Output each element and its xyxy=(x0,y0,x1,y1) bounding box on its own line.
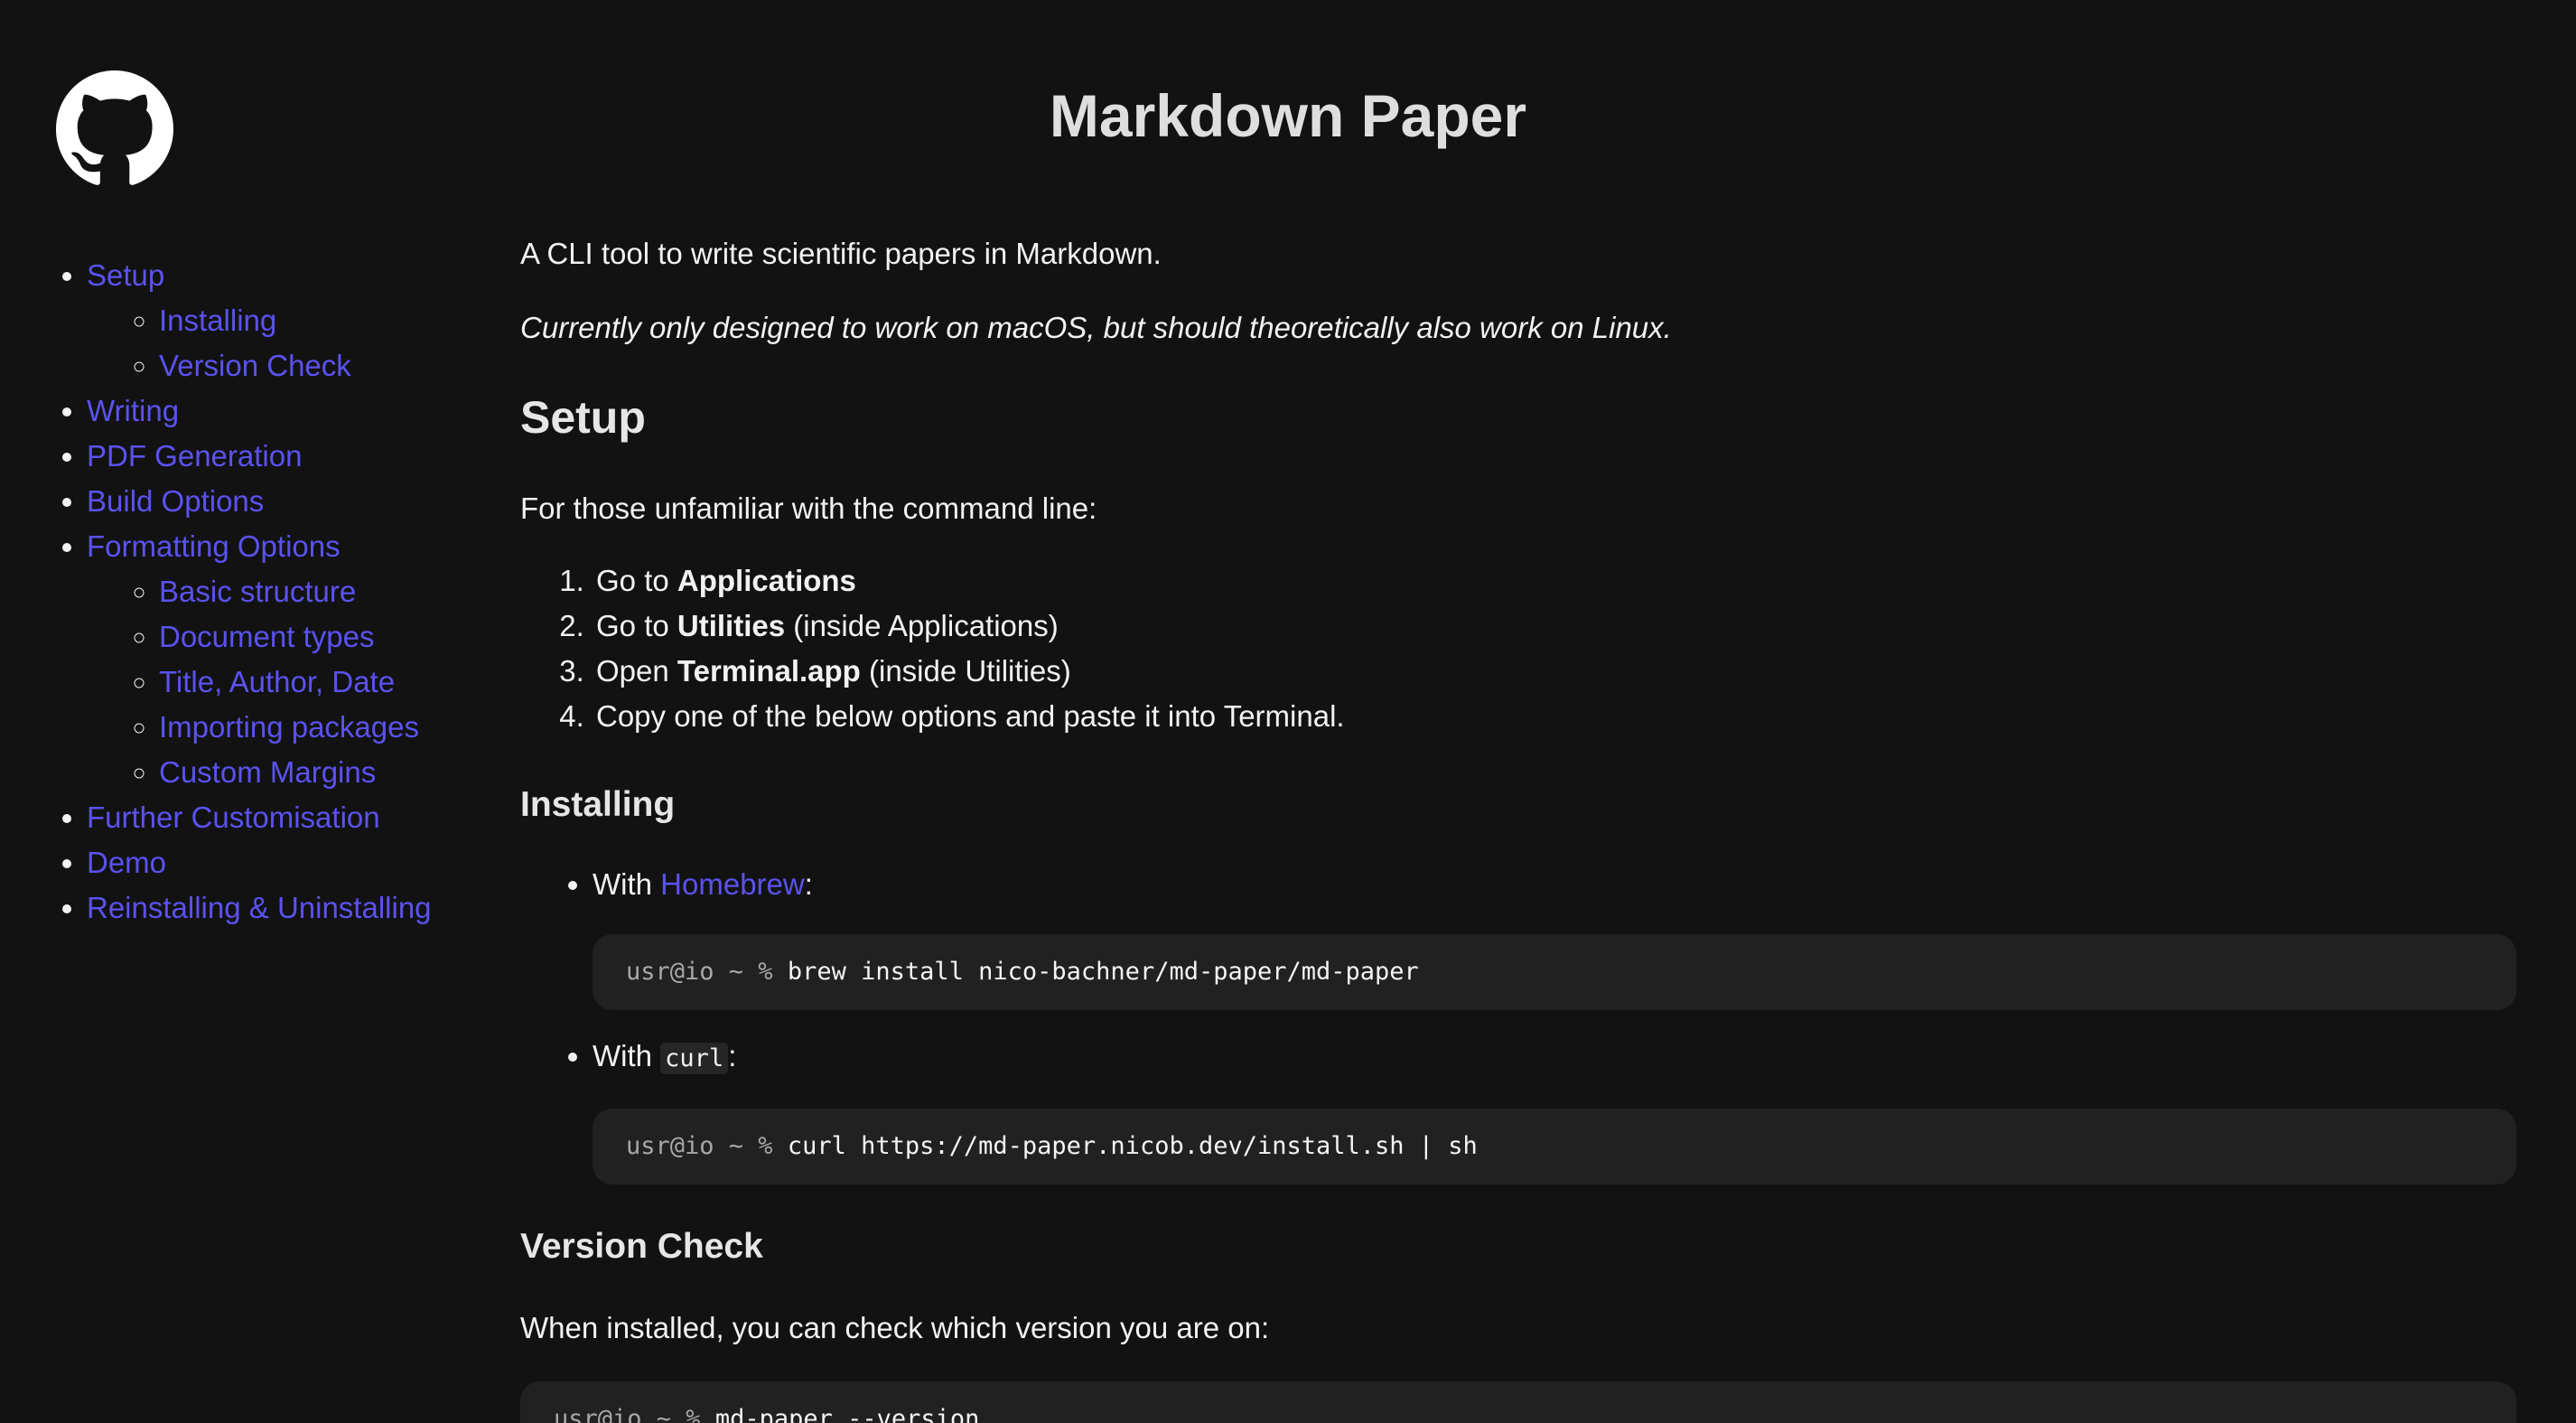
toc-link-writing[interactable]: Writing xyxy=(87,394,179,427)
shell-prompt: usr@io ~ % xyxy=(626,958,788,986)
toc-item-further-customisation: Further Customisation xyxy=(87,795,470,840)
step-item: Go to Utilities (inside Applications) xyxy=(593,604,2516,649)
step-suffix: (inside Utilities) xyxy=(860,654,1071,688)
intro-paragraph: A CLI tool to write scientific papers in… xyxy=(520,237,1162,270)
step-text: Open xyxy=(596,654,677,688)
toc-item-installing: Installing xyxy=(159,298,470,343)
shell-command: brew install nico-bachner/md-paper/md-pa… xyxy=(787,958,1419,986)
toc-link-document-types[interactable]: Document types xyxy=(159,620,374,653)
step-bold: Utilities xyxy=(677,609,786,642)
setup-heading: Setup xyxy=(520,392,646,443)
toc-link-reinstalling[interactable]: Reinstalling & Uninstalling xyxy=(87,891,432,924)
version-code-block[interactable]: usr@io ~ % md-paper --version xyxy=(520,1381,2516,1423)
toc-link-installing[interactable]: Installing xyxy=(159,304,276,337)
homebrew-code-block[interactable]: usr@io ~ % brew install nico-bachner/md-… xyxy=(593,934,2516,1010)
toc-item-basic-structure: Basic structure xyxy=(159,569,470,614)
step-item: Copy one of the below options and paste … xyxy=(593,694,2516,739)
toc-link-title-author-date[interactable]: Title, Author, Date xyxy=(159,665,395,698)
option-prefix: With xyxy=(593,1039,661,1072)
page-title: Markdown Paper xyxy=(1049,82,1527,149)
toc-link-demo[interactable]: Demo xyxy=(87,846,166,879)
step-item: Open Terminal.app (inside Utilities) xyxy=(593,649,2516,694)
step-item: Go to Applications xyxy=(593,558,2516,604)
curl-code-block[interactable]: usr@io ~ % curl https://md-paper.nicob.d… xyxy=(593,1109,2516,1184)
toc-link-custom-margins[interactable]: Custom Margins xyxy=(159,755,376,789)
version-check-heading: Version Check xyxy=(520,1227,763,1266)
install-option-homebrew: With Homebrew: usr@io ~ % brew install n… xyxy=(593,862,2516,1010)
toc-link-version-check[interactable]: Version Check xyxy=(159,349,351,382)
toc-link-build-options[interactable]: Build Options xyxy=(87,484,264,518)
toc-sublist-setup: Installing Version Check xyxy=(87,298,470,389)
shell-command: curl https://md-paper.nicob.dev/install.… xyxy=(787,1132,1478,1160)
toc-item-writing: Writing xyxy=(87,389,470,434)
toc-item-reinstalling: Reinstalling & Uninstalling xyxy=(87,885,470,931)
toc-list: Setup Installing Version Check Writing P… xyxy=(0,253,470,931)
step-bold: Terminal.app xyxy=(677,654,861,688)
toc-sublist-formatting: Basic structure Document types Title, Au… xyxy=(87,569,470,795)
toc-link-setup[interactable]: Setup xyxy=(87,258,164,292)
step-text: Go to xyxy=(596,609,677,642)
setup-lead: For those unfamiliar with the command li… xyxy=(520,491,1097,525)
toc-item-version-check: Version Check xyxy=(159,343,470,389)
toc-link-importing-packages[interactable]: Importing packages xyxy=(159,710,419,744)
step-bold: Applications xyxy=(677,564,856,597)
shell-prompt: usr@io ~ % xyxy=(554,1405,715,1423)
inline-code-curl: curl xyxy=(660,1043,729,1074)
setup-steps: Go to Applications Go to Utilities (insi… xyxy=(520,558,2516,739)
toc-item-pdf-generation: PDF Generation xyxy=(87,434,470,479)
toc-link-formatting-options[interactable]: Formatting Options xyxy=(87,529,341,563)
toc-item-build-options: Build Options xyxy=(87,479,470,524)
step-suffix: (inside Applications) xyxy=(785,609,1059,642)
option-suffix: : xyxy=(804,867,813,901)
toc-item-demo: Demo xyxy=(87,840,470,885)
toc-link-pdf-generation[interactable]: PDF Generation xyxy=(87,439,302,473)
main-content: A CLI tool to write scientific papers in… xyxy=(520,222,2516,1423)
toc-link-basic-structure[interactable]: Basic structure xyxy=(159,575,356,608)
toc-item-custom-margins: Custom Margins xyxy=(159,750,470,795)
shell-command: md-paper --version xyxy=(714,1405,980,1423)
installing-heading: Installing xyxy=(520,785,676,824)
option-prefix: With xyxy=(593,867,661,901)
sidebar-toc: Setup Installing Version Check Writing P… xyxy=(0,253,470,931)
install-option-curl: With curl: usr@io ~ % curl https://md-pa… xyxy=(593,1034,2516,1184)
version-check-lead: When installed, you can check which vers… xyxy=(520,1311,1270,1344)
platform-note: Currently only designed to work on macOS… xyxy=(520,311,1672,344)
toc-item-importing-packages: Importing packages xyxy=(159,705,470,750)
toc-item-document-types: Document types xyxy=(159,614,470,660)
toc-item-title-author-date: Title, Author, Date xyxy=(159,660,470,705)
install-options: With Homebrew: usr@io ~ % brew install n… xyxy=(520,862,2516,1184)
shell-prompt: usr@io ~ % xyxy=(626,1132,788,1160)
step-text: Copy one of the below options and paste … xyxy=(596,699,1345,733)
step-text: Go to xyxy=(596,564,677,597)
toc-link-further-customisation[interactable]: Further Customisation xyxy=(87,800,380,834)
toc-item-setup: Setup Installing Version Check xyxy=(87,253,470,389)
option-suffix: : xyxy=(728,1039,737,1072)
homebrew-link[interactable]: Homebrew xyxy=(660,867,805,901)
toc-item-formatting-options: Formatting Options Basic structure Docum… xyxy=(87,524,470,795)
